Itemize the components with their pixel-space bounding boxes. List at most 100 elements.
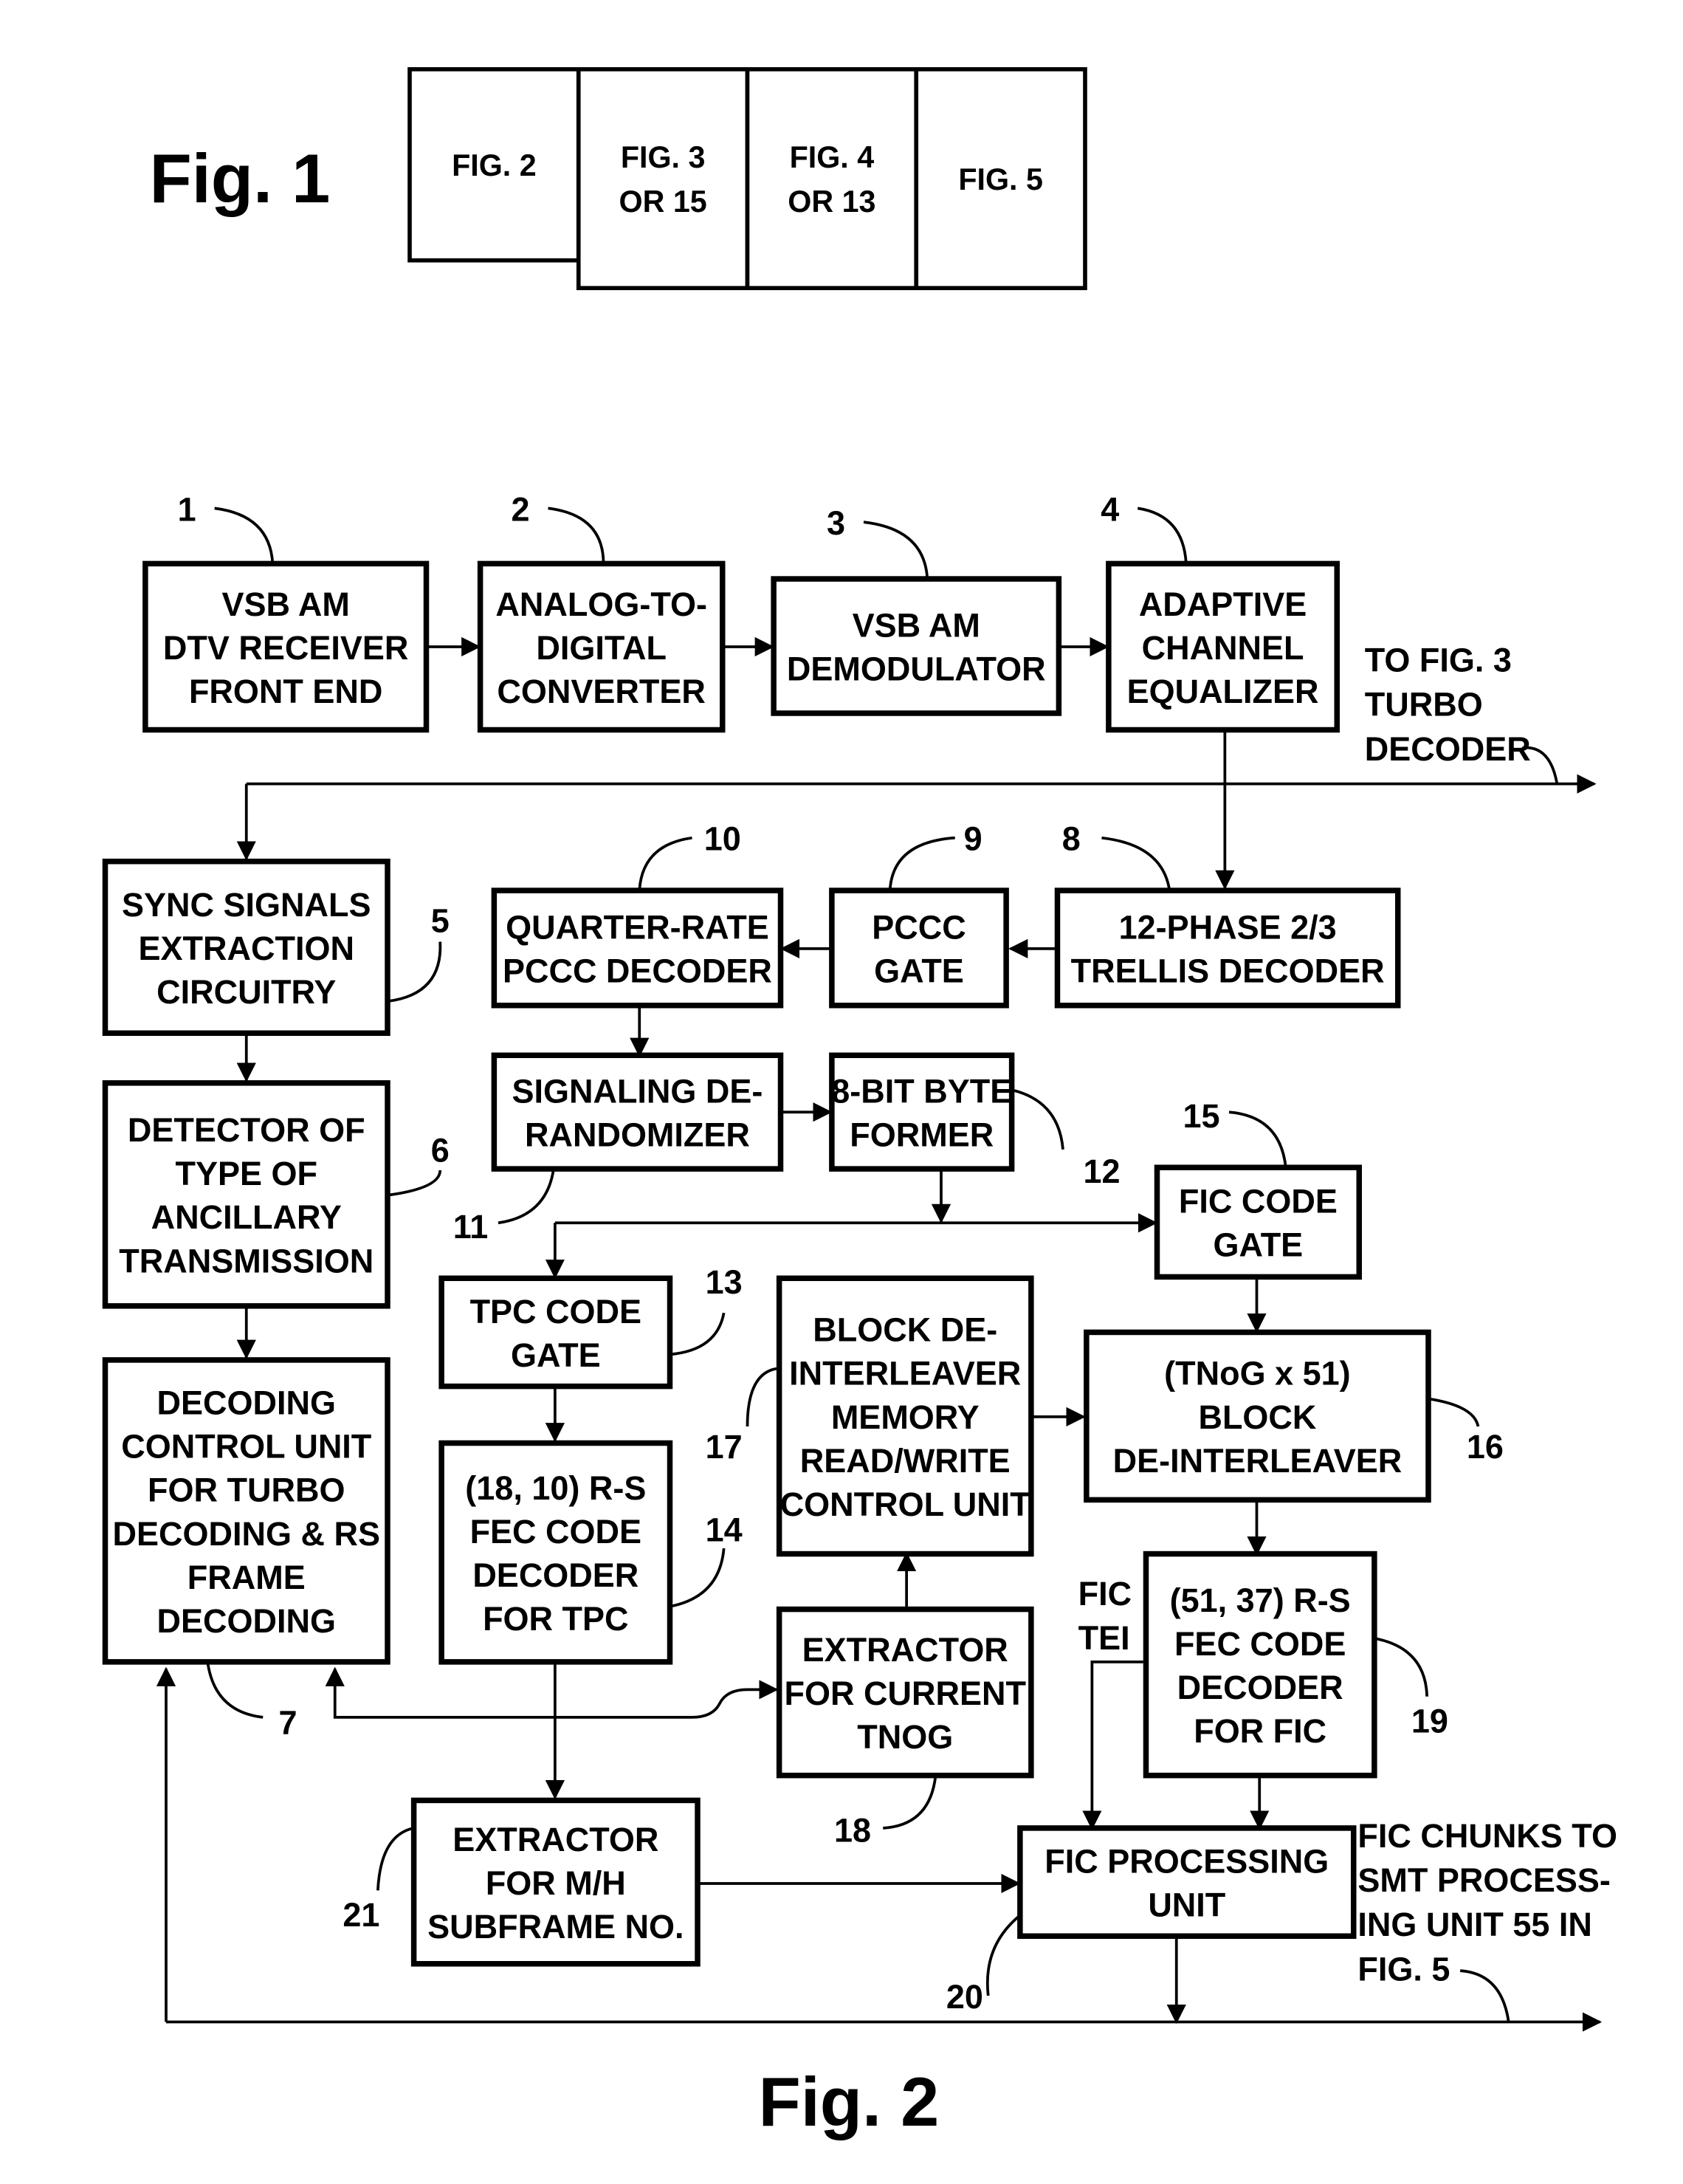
annotation-text: FIC [1078, 1575, 1132, 1613]
fig1-panel-label: OR 15 [619, 185, 707, 219]
leader-line [1374, 1637, 1428, 1697]
fig1-panel-label: FIG. 3 [621, 140, 706, 174]
block-label-line: DE-INTERLEAVER [1113, 1442, 1402, 1480]
block-label-line: FORMER [850, 1116, 994, 1154]
block-3: VSB AM DEMODULATOR 3 [771, 504, 1062, 716]
block-8: 12-PHASE 2/3 TRELLIS DECODER 8 [1054, 820, 1401, 1009]
leader-line [638, 836, 692, 891]
block-1: VSB AM DTV RECEIVER FRONT END 1 [142, 490, 430, 733]
block-label-line: DECODER [472, 1556, 639, 1594]
block-label-line: (TNoG x 51) [1164, 1355, 1350, 1393]
block-label-line: DEMODULATOR [787, 650, 1046, 687]
fig2-blocks: VSB AM DTV RECEIVER FRONT END 1 ANALOG-TO- DI… [102, 490, 1504, 2016]
block-label-line: ADAPTIVE [1139, 586, 1307, 623]
leader-line [387, 941, 442, 1003]
block-label-line: GATE [874, 952, 964, 989]
annotation-to-fig3: TO FIG. 3 TURBO DECODER [1365, 642, 1559, 784]
block-label-line: MEMORY [831, 1398, 980, 1436]
block-14: (18, 10) R-S FEC CODE DECODER FOR TPC 14 [438, 1440, 743, 1665]
leader-line [498, 1168, 555, 1225]
block-label-line: RANDOMIZER [525, 1116, 750, 1154]
block-label-line: SIGNALING DE- [512, 1073, 763, 1110]
block-label-line: TRELLIS DECODER [1071, 952, 1385, 989]
leader-line [670, 1548, 726, 1608]
block-label-line: SUBFRAME NO. [427, 1908, 684, 1946]
block-label-line: BLOCK [1198, 1398, 1316, 1436]
reference-numeral: 5 [431, 902, 450, 939]
block-18: EXTRACTOR FOR CURRENT TNOG 18 [776, 1606, 1034, 1850]
reference-numeral: 8 [1062, 820, 1081, 858]
fig1-panel-label: FIG. 2 [452, 148, 537, 182]
reference-numeral: 3 [827, 504, 845, 542]
leader-line [376, 1827, 415, 1891]
reference-numeral: 9 [964, 820, 982, 858]
fig1-panel-label: FIG. 5 [958, 162, 1043, 196]
leader-line [1459, 1969, 1510, 2022]
block-label-line: VSB AM [853, 606, 980, 644]
leader-line [206, 1661, 264, 1719]
block-label-line: FIC CODE [1179, 1183, 1338, 1220]
reference-numeral: 10 [704, 820, 741, 858]
annotation-fic-chunks: FIC CHUNKS TO SMT PROCESS- ING UNIT 55 I… [1357, 1817, 1617, 2022]
reference-numeral: 19 [1411, 1703, 1448, 1740]
block-label-line: CONVERTER [497, 673, 705, 710]
block-label-line: CONTROL UNIT [121, 1428, 371, 1466]
leader-line [548, 506, 605, 564]
fig1-panel-label: OR 13 [788, 185, 875, 219]
block-label-line: DECODING & RS [113, 1515, 380, 1553]
block-label-line: FEC CODE [1174, 1625, 1346, 1663]
reference-numeral: 21 [343, 1896, 379, 1934]
leader-line [863, 521, 929, 580]
block-label-line: EQUALIZER [1127, 673, 1319, 710]
annotation-text: SMT PROCESS- [1357, 1861, 1610, 1899]
block-4: ADAPTIVE CHANNEL EQUALIZER 4 [1101, 490, 1340, 733]
block-13: TPC CODE GATE 13 [438, 1263, 743, 1390]
block-label-line: CHANNEL [1142, 629, 1304, 667]
block-label-line: READ/WRITE [800, 1442, 1011, 1480]
block-16: (TNoG x 51) BLOCK DE-INTERLEAVER 16 [1084, 1329, 1504, 1503]
block-label-line: 12-PHASE 2/3 [1119, 908, 1337, 946]
block-label-line: (51, 37) R-S [1170, 1582, 1351, 1619]
reference-numeral: 14 [706, 1511, 743, 1549]
reference-numeral: 13 [706, 1263, 743, 1301]
reference-numeral: 15 [1183, 1097, 1219, 1135]
fig1-layout: FIG. 2 FIG. 3 OR 15 FIG. 4 OR 13 FIG. 5 [407, 66, 1087, 290]
block-label-line: TNOG [857, 1718, 953, 1756]
leader-line [1137, 506, 1188, 564]
block-label-line: PCCC DECODER [503, 952, 772, 989]
block-label-line: DECODING [157, 1602, 336, 1640]
block-9: PCCC GATE 9 [829, 820, 1009, 1009]
reference-numeral: 18 [834, 1812, 871, 1850]
block-label-line: EXTRACTOR [452, 1821, 658, 1858]
block-label-line: BLOCK DE- [813, 1311, 997, 1349]
block-label-line: GATE [511, 1336, 601, 1374]
fig1-panel-fig4 [745, 66, 919, 290]
block-label-line: DECODING [157, 1384, 336, 1422]
reference-numeral: 17 [706, 1428, 743, 1466]
reference-numeral: 1 [178, 490, 196, 528]
block-20: FIC PROCESSING UNIT 20 [946, 1825, 1357, 2016]
block-label-line: TRANSMISSION [119, 1242, 374, 1280]
block-21: EXTRACTOR FOR M/H SUBFRAME NO. 21 [343, 1797, 701, 1967]
block-label-line: FRAME [187, 1559, 306, 1596]
block-label-line: FIC PROCESSING [1044, 1842, 1329, 1880]
reference-numeral: 7 [278, 1703, 297, 1741]
block-label-line: QUARTER-RATE [506, 908, 769, 946]
block-label-line: DETECTOR OF [128, 1111, 365, 1149]
block-label-line: FOR CURRENT [785, 1675, 1026, 1712]
reference-numeral: 11 [453, 1208, 489, 1246]
block-label-line: DECODER [1177, 1669, 1343, 1706]
reference-numeral: 6 [431, 1132, 450, 1170]
leader-line [888, 836, 955, 891]
block-label-line: ANCILLARY [151, 1198, 342, 1236]
block-label-line: ANALOG-TO- [495, 586, 707, 623]
block-label-line: PCCC [872, 908, 966, 946]
reference-numeral: 2 [511, 490, 529, 528]
block-label-line: FOR M/H [486, 1864, 626, 1902]
annotation-text: ING UNIT 55 IN [1357, 1906, 1592, 1943]
annotation-text: FIC CHUNKS TO [1357, 1817, 1617, 1855]
leader-line [746, 1367, 779, 1426]
annotation-text: TURBO [1365, 686, 1483, 724]
block-label-line: TYPE OF [176, 1155, 317, 1192]
reference-numeral: 20 [946, 1978, 983, 2016]
